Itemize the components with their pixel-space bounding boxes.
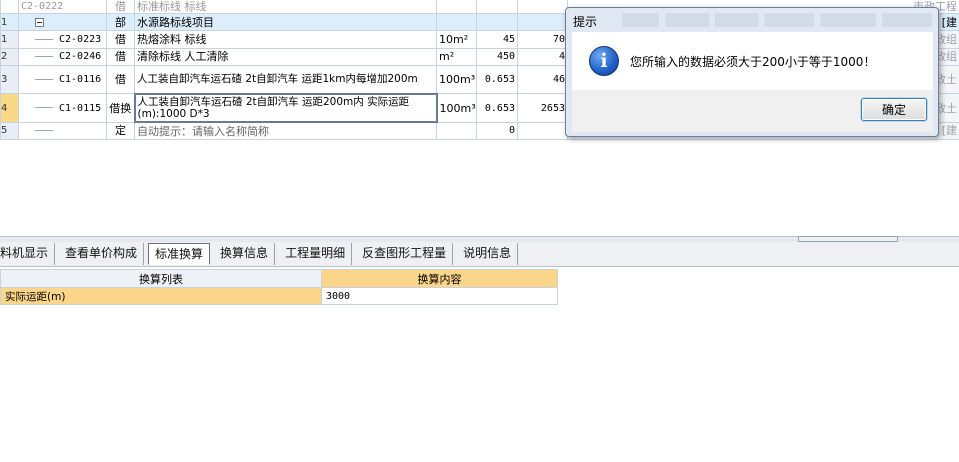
cell-code[interactable]: C1-0116: [18, 64, 107, 95]
tab-standard-conversion[interactable]: 标准换算: [148, 243, 211, 265]
dialog-title: 提示: [573, 15, 598, 29]
tree-connector: [35, 107, 53, 108]
cell-name[interactable]: 标准标线 标线: [134, 0, 437, 15]
tab-material-display[interactable]: 料机显示: [0, 243, 56, 265]
dialog-message: 您所输入的数据必须大于200小于等于1000！: [630, 55, 876, 69]
cell-code[interactable]: C2-0222: [18, 0, 107, 15]
cell-name[interactable]: 水源路标线项目: [134, 13, 437, 32]
cell-type[interactable]: 借: [106, 30, 135, 49]
detail-tabbar: 料机显示 查看单价构成 标准换算 换算信息 工程量明细 反查图形工程量 说明信息: [0, 242, 959, 267]
cell-code[interactable]: C1-0115: [18, 93, 107, 123]
dialog-titlebar[interactable]: 提示: [566, 8, 938, 32]
cell-unit[interactable]: m²: [436, 47, 477, 66]
cell-name[interactable]: 热熔涂料 标线: [134, 30, 437, 49]
cell-qty[interactable]: 450: [476, 47, 518, 66]
cell-type[interactable]: 借: [106, 47, 135, 66]
cell-name-hint[interactable]: 自动提示：请输入名称简称: [134, 121, 437, 141]
cell-price[interactable]: 2653: [517, 93, 568, 123]
tree-connector: [35, 55, 53, 57]
cell-type[interactable]: 定: [106, 121, 135, 141]
cell-name[interactable]: 人工装自卸汽车运石碴 2t自卸汽车 运距1km内每增加200m: [134, 64, 437, 95]
row-number: [0, 0, 19, 15]
row-number: 1: [0, 13, 19, 32]
cell-price[interactable]: 4: [517, 47, 568, 66]
dialog-footer: 确定: [572, 90, 933, 132]
cell-code[interactable]: [18, 121, 107, 141]
cell-type[interactable]: 部: [106, 13, 135, 32]
cell-name[interactable]: 清除标线 人工清除: [134, 47, 437, 66]
row-number: 3: [0, 64, 19, 95]
alert-dialog: 提示 i 您所输入的数据必须大于200小于等于1000！ 确定: [565, 7, 939, 137]
row-number: 1: [0, 30, 19, 49]
cell-type[interactable]: 借: [106, 64, 135, 95]
header-conversion-content[interactable]: 换算内容: [321, 269, 558, 288]
cell-unit[interactable]: [436, 121, 477, 141]
tree-connector: [35, 129, 53, 131]
cell-qty[interactable]: 0: [476, 121, 518, 141]
row-number: 4: [0, 93, 19, 123]
cell-qty[interactable]: 0.653: [476, 93, 518, 123]
cell-type[interactable]: 借换: [106, 93, 135, 123]
info-icon: i: [589, 46, 619, 76]
cell-qty[interactable]: 0.653: [476, 64, 518, 95]
tab-unit-price-composition[interactable]: 查看单价构成: [59, 243, 145, 265]
tree-connector: [35, 78, 53, 80]
cell-price[interactable]: 46: [517, 64, 568, 95]
cell-item[interactable]: 实际运距(m): [0, 287, 322, 305]
tab-reverse-graphic-quantity[interactable]: 反查图形工程量: [356, 243, 454, 265]
tab-description[interactable]: 说明信息: [457, 243, 519, 265]
cell-price[interactable]: 70: [517, 30, 568, 49]
cell-qty[interactable]: 45: [476, 30, 518, 49]
collapse-icon[interactable]: [35, 18, 44, 28]
ok-button[interactable]: 确定: [861, 98, 927, 121]
cell-unit[interactable]: 100m³: [436, 64, 477, 95]
cell-tree[interactable]: [18, 13, 107, 32]
conversion-table: 换算列表 换算内容 实际运距(m) 3000: [0, 269, 558, 305]
cell-code[interactable]: C2-0246: [18, 47, 107, 66]
header-conversion-list[interactable]: 换算列表: [0, 269, 322, 288]
cell-code[interactable]: C2-0223: [18, 30, 107, 49]
cell-value[interactable]: 3000: [321, 287, 558, 305]
cell-type[interactable]: 借: [106, 0, 135, 15]
cell-name-editing[interactable]: 人工装自卸汽车运石碴 2t自卸汽车 运距200m内 实际运距(m):1000 D…: [133, 92, 438, 124]
dialog-body: i 您所输入的数据必须大于200小于等于1000！: [572, 32, 933, 90]
row-number: 5: [0, 121, 19, 141]
dialog-title-blur: [622, 13, 932, 27]
row-number: 2: [0, 47, 19, 66]
tab-conversion-info[interactable]: 换算信息: [214, 243, 276, 265]
cell-unit[interactable]: 100m³: [436, 93, 477, 123]
cell-unit[interactable]: 10m²: [436, 30, 477, 49]
cell-price[interactable]: [517, 121, 568, 141]
table-row[interactable]: 实际运距(m) 3000: [0, 287, 558, 305]
tree-connector: [35, 38, 53, 40]
tab-quantity-detail[interactable]: 工程量明细: [279, 243, 353, 265]
